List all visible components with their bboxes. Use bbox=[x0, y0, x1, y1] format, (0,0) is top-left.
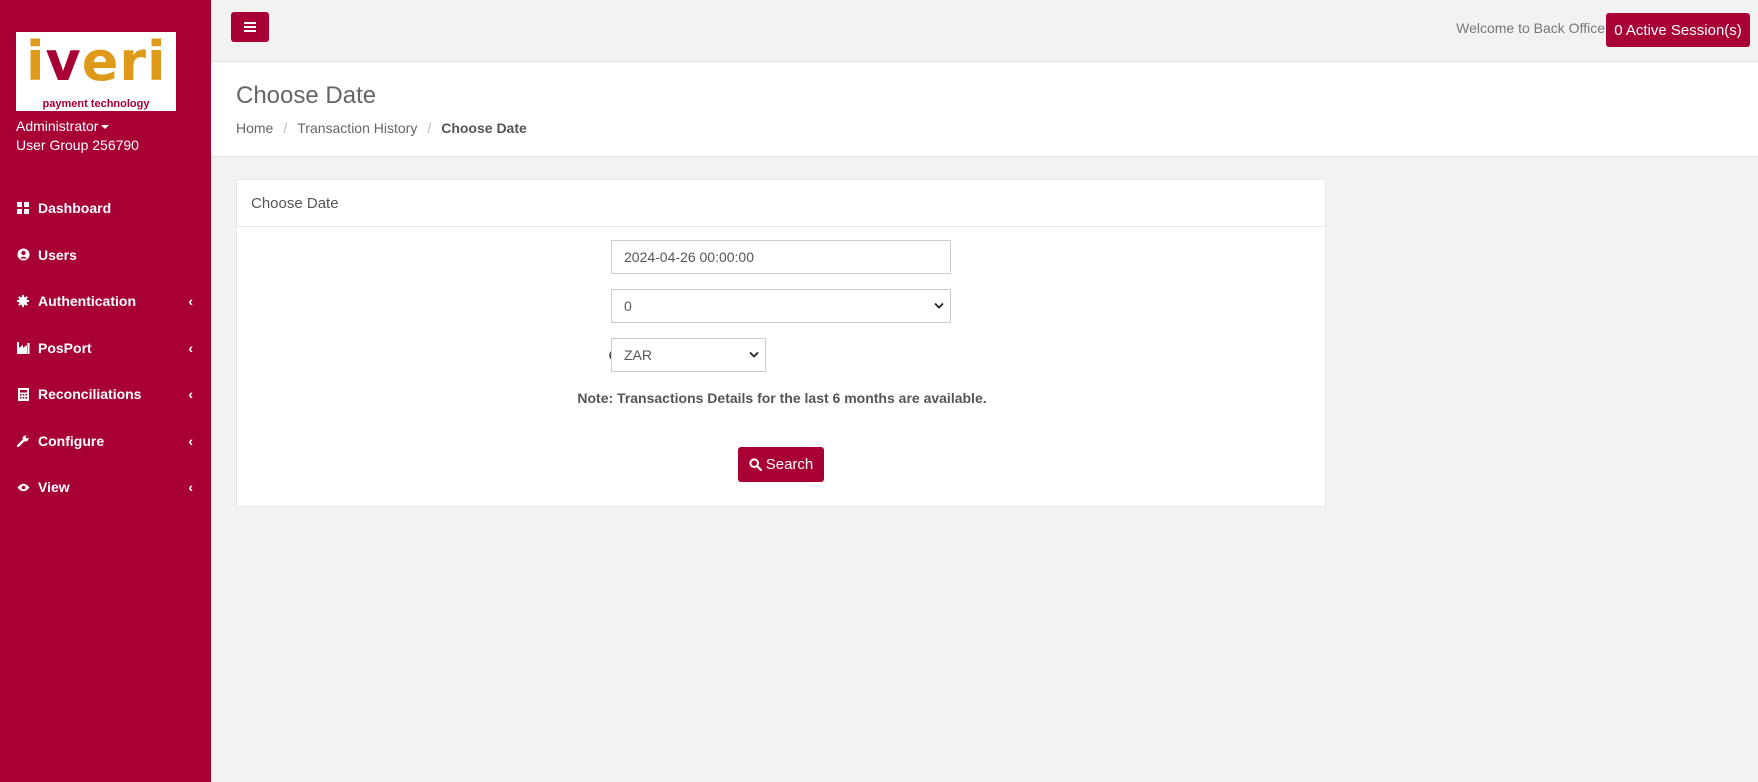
panel-title: Choose Date bbox=[237, 180, 1325, 227]
chevron-down-icon bbox=[749, 351, 759, 358]
availability-note: Note: Transactions Details for the last … bbox=[577, 390, 987, 406]
user-circle-icon bbox=[16, 248, 30, 262]
sidebar-item-label: Reconciliations bbox=[38, 386, 142, 403]
caret-down-icon bbox=[101, 125, 110, 130]
sidebar-item-posport[interactable]: PosPort ‹ bbox=[0, 325, 211, 372]
menu-toggle-button[interactable] bbox=[231, 12, 269, 42]
chevron-left-icon: ‹ bbox=[188, 293, 193, 310]
chevron-left-icon: ‹ bbox=[188, 339, 193, 356]
days-select[interactable]: 0 bbox=[611, 289, 951, 323]
sidebar-item-label: View bbox=[38, 479, 70, 496]
date-value: 2024-04-26 00:00:00 bbox=[624, 249, 754, 265]
calculator-icon bbox=[16, 387, 30, 401]
hamburger-icon bbox=[244, 22, 256, 32]
sidebar: iveri payment technology Administrator U… bbox=[0, 0, 211, 782]
sidebar-item-label: PosPort bbox=[38, 339, 92, 356]
sidebar-item-authentication[interactable]: Authentication ‹ bbox=[0, 278, 211, 325]
sidebar-item-configure[interactable]: Configure ‹ bbox=[0, 418, 211, 465]
breadcrumb-home[interactable]: Home bbox=[236, 120, 273, 136]
page-title: Choose Date bbox=[236, 82, 377, 109]
logo-wordmark: iveri bbox=[26, 30, 167, 93]
sidebar-item-label: Configure bbox=[38, 432, 105, 449]
currency-value: ZAR bbox=[624, 347, 652, 363]
chevron-down-icon bbox=[934, 302, 944, 309]
gear-icon bbox=[16, 294, 30, 308]
user-group: User Group 256790 bbox=[16, 137, 139, 153]
chevron-left-icon: ‹ bbox=[188, 386, 193, 403]
user-info: Administrator User Group 256790 bbox=[16, 117, 139, 155]
sidebar-item-label: Authentication bbox=[38, 293, 136, 310]
choose-date-panel: Choose Date Date 2024-04-26 00:00:00 Day… bbox=[236, 179, 1326, 507]
wrench-icon bbox=[16, 434, 30, 448]
factory-icon bbox=[16, 341, 30, 355]
welcome-text: Welcome to Back Office bbox=[1456, 20, 1605, 36]
eye-icon bbox=[16, 480, 30, 494]
sidebar-item-label: Users bbox=[38, 246, 77, 263]
sidebar-item-label: Dashboard bbox=[38, 200, 112, 217]
top-bar: Welcome to Back Office 0 Active Session(… bbox=[211, 0, 1758, 62]
days-value: 0 bbox=[624, 298, 632, 314]
search-button[interactable]: Search bbox=[738, 447, 824, 482]
user-role-dropdown[interactable]: Administrator bbox=[16, 117, 139, 136]
sidebar-item-dashboard[interactable]: Dashboard bbox=[0, 185, 211, 232]
search-icon bbox=[749, 458, 762, 471]
sidebar-item-view[interactable]: View ‹ bbox=[0, 464, 211, 511]
breadcrumb-transaction-history[interactable]: Transaction History bbox=[297, 120, 417, 136]
breadcrumb-separator: / bbox=[427, 120, 432, 136]
search-button-label: Search bbox=[765, 456, 814, 473]
chevron-left-icon: ‹ bbox=[188, 479, 193, 496]
sidebar-item-users[interactable]: Users bbox=[0, 232, 211, 279]
breadcrumb: Home / Transaction History / Choose Date bbox=[236, 120, 527, 136]
breadcrumb-current: Choose Date bbox=[441, 120, 527, 136]
currency-select[interactable]: ZAR bbox=[611, 338, 766, 372]
iveri-logo[interactable]: iveri payment technology bbox=[16, 32, 176, 111]
page-header: Choose Date Home / Transaction History / Cho… bbox=[211, 62, 1758, 157]
sidebar-nav: Dashboard Users Authentication ‹ PosPort… bbox=[0, 185, 211, 511]
date-input[interactable]: 2024-04-26 00:00:00 bbox=[611, 240, 951, 274]
sidebar-item-reconciliations[interactable]: Reconciliations ‹ bbox=[0, 371, 211, 418]
chevron-left-icon: ‹ bbox=[188, 432, 193, 449]
breadcrumb-separator: / bbox=[283, 120, 288, 136]
logo-tagline: payment technology bbox=[42, 98, 150, 110]
dashboard-icon bbox=[16, 201, 30, 215]
active-sessions-button[interactable]: 0 Active Session(s) bbox=[1606, 13, 1750, 47]
